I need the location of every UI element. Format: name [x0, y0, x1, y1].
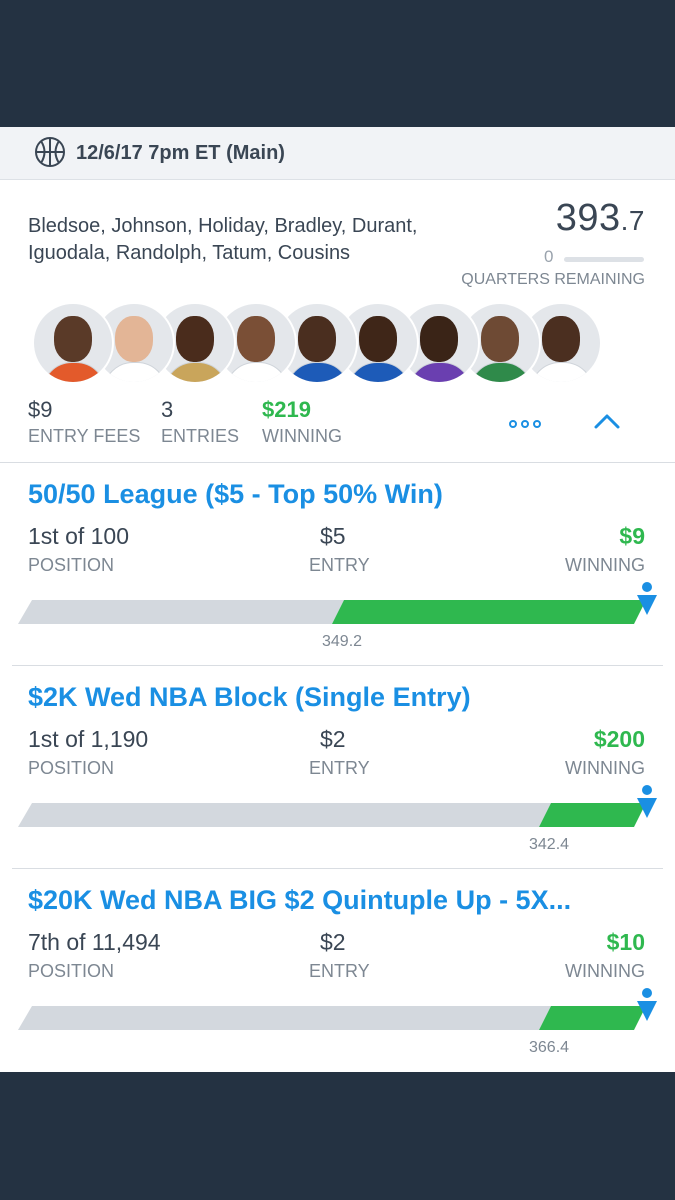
- lineup-card: 12/6/17 7pm ET (Main) Bledsoe, Johnson, …: [0, 127, 675, 1072]
- player-face: [420, 316, 458, 362]
- entry-label: ENTRY: [309, 555, 370, 575]
- progress-track: [18, 1006, 646, 1030]
- position-value: 1st of 1,190: [28, 726, 149, 752]
- player-jersey: [347, 362, 411, 382]
- cutoff-score: 349.2: [322, 633, 363, 650]
- basketball-icon: [35, 137, 65, 167]
- user-position-icon: [637, 988, 657, 1021]
- player-jersey: [530, 362, 594, 382]
- contest-title[interactable]: $20K Wed NBA BIG $2 Quintuple Up - 5X...: [28, 885, 571, 916]
- slate-header[interactable]: 12/6/17 7pm ET (Main): [0, 127, 675, 180]
- user-position-icon: [637, 785, 657, 818]
- player-jersey: [225, 362, 289, 382]
- player-avatars: [32, 302, 602, 384]
- player-face: [298, 316, 336, 362]
- progress-track-green: [539, 803, 646, 827]
- player-avatar[interactable]: [32, 302, 114, 384]
- more-dots-icon[interactable]: [508, 417, 542, 431]
- player-face: [237, 316, 275, 362]
- player-face: [481, 316, 519, 362]
- entry-value: $2: [320, 929, 346, 955]
- lineup-players-line-1: Bledsoe, Johnson, Holiday, Bradley, Dura…: [28, 215, 418, 237]
- contest-title[interactable]: 50/50 League ($5 - Top 50% Win): [28, 479, 443, 510]
- entry-fees-label: ENTRY FEES: [28, 426, 141, 446]
- position-label: POSITION: [28, 961, 115, 981]
- progress-track: [18, 600, 646, 624]
- position-label: POSITION: [28, 555, 115, 575]
- cutoff-score: 342.4: [529, 836, 570, 853]
- entry-value: $2: [320, 726, 346, 752]
- winning-label: WINNING: [565, 758, 645, 778]
- winning-label: WINNING: [565, 961, 645, 981]
- contest-title[interactable]: $2K Wed NBA Block (Single Entry): [28, 682, 471, 713]
- player-jersey: [164, 362, 228, 382]
- player-face: [176, 316, 214, 362]
- progress-track-gray: [18, 1006, 551, 1030]
- progress-track: [18, 803, 646, 827]
- winning-label: WINNING: [262, 426, 342, 446]
- entries-value: 3: [161, 397, 174, 422]
- entry-label: ENTRY: [309, 961, 370, 981]
- score-integer: 393: [555, 197, 621, 239]
- slate-title: 12/6/17 7pm ET (Main): [76, 142, 285, 164]
- position-label: POSITION: [28, 758, 115, 778]
- winning-value: $200: [593, 726, 645, 752]
- quarters-remaining-value: 0: [544, 247, 554, 266]
- user-position-icon: [637, 582, 657, 615]
- contest-row[interactable]: $20K Wed NBA BIG $2 Quintuple Up - 5X...…: [0, 869, 675, 1069]
- winning-value: $10: [606, 929, 645, 955]
- entry-label: ENTRY: [309, 758, 370, 778]
- player-jersey: [286, 362, 350, 382]
- winning-value: $9: [619, 523, 645, 549]
- contest-row[interactable]: $2K Wed NBA Block (Single Entry) 1st of …: [0, 666, 675, 866]
- winning-value: $219: [262, 397, 311, 422]
- winning-label: WINNING: [565, 555, 645, 575]
- progress-track-gray: [18, 803, 551, 827]
- progress-track-green: [332, 600, 646, 624]
- chevron-up-icon[interactable]: [592, 411, 622, 431]
- score-decimal: .7: [620, 205, 645, 236]
- quarters-remaining-bar: [564, 257, 644, 262]
- player-jersey: [469, 362, 533, 382]
- cutoff-score: 366.4: [529, 1039, 570, 1056]
- entry-value: $5: [320, 523, 346, 549]
- player-jersey: [103, 362, 167, 382]
- player-jersey: [42, 362, 106, 382]
- player-face: [542, 316, 580, 362]
- player-face: [359, 316, 397, 362]
- player-face: [54, 316, 92, 362]
- position-value: 7th of 11,494: [28, 929, 161, 955]
- player-face: [115, 316, 153, 362]
- progress-track-green: [539, 1006, 646, 1030]
- lineup-players: Bledsoe, Johnson, Holiday, Bradley, Dura…: [28, 213, 488, 267]
- player-jersey: [408, 362, 472, 382]
- entry-fees-value: $9: [28, 397, 53, 422]
- entries-label: ENTRIES: [161, 426, 240, 446]
- position-value: 1st of 100: [28, 523, 130, 549]
- lineup-score: 393.7: [556, 197, 645, 240]
- contest-row[interactable]: 50/50 League ($5 - Top 50% Win) 1st of 1…: [0, 463, 675, 663]
- progress-track-gray: [18, 600, 344, 624]
- quarters-remaining-label: QUARTERS REMAINING: [461, 271, 645, 288]
- lineup-players-line-2: Iguodala, Randolph, Tatum, Cousins: [28, 242, 351, 264]
